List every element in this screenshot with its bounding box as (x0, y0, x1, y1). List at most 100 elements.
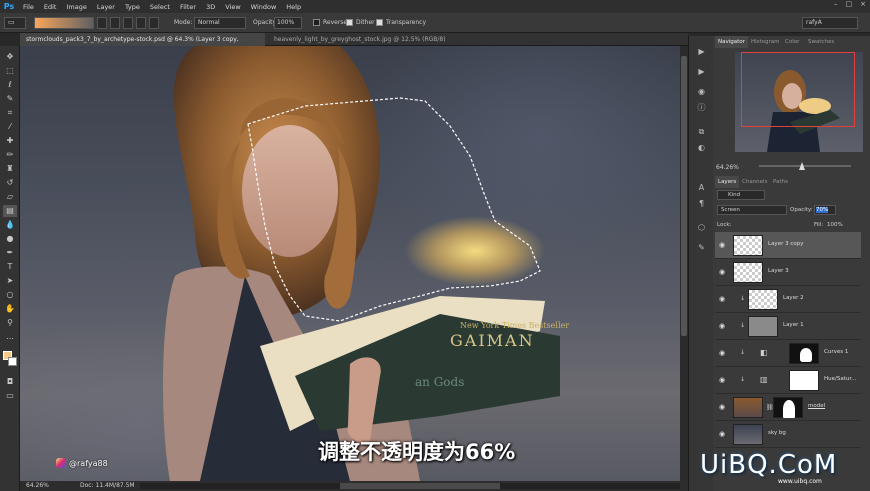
menu-view[interactable]: View (220, 3, 245, 11)
tab-color[interactable]: Color (782, 36, 802, 48)
visibility-eye-icon[interactable]: ◉ (719, 403, 725, 411)
info-icon[interactable]: ⓘ (696, 102, 707, 113)
blend-mode-select[interactable]: Screen (717, 205, 787, 215)
horizontal-scrollbar[interactable] (140, 483, 680, 489)
menu-image[interactable]: Image (61, 3, 91, 11)
blur-tool-icon[interactable]: 💧 (3, 219, 17, 231)
menu-edit[interactable]: Edit (39, 3, 62, 11)
linear-gradient-button[interactable] (97, 17, 107, 29)
menu-type[interactable]: Type (120, 3, 145, 11)
menu-file[interactable]: File (18, 3, 39, 11)
lasso-tool-icon[interactable]: ℓ (3, 79, 17, 91)
fill-value[interactable]: 100% (827, 222, 843, 228)
layer-row[interactable]: ◉ ↓ ◧ Curves 1 (715, 340, 861, 367)
type-tool-icon[interactable]: T (3, 261, 17, 273)
pen-tool-icon[interactable]: ✒ (3, 247, 17, 259)
horizontal-scroll-thumb[interactable] (340, 483, 500, 489)
angle-gradient-button[interactable] (123, 17, 133, 29)
quick-mask-icon[interactable]: ◘ (3, 376, 17, 388)
navigator-view-box[interactable] (741, 52, 855, 127)
path-select-tool-icon[interactable]: ➤ (3, 275, 17, 287)
zoom-level[interactable]: 64.26% (26, 482, 49, 489)
gradient-tool-icon[interactable]: ▤ (3, 205, 17, 217)
background-color-swatch[interactable] (8, 357, 17, 366)
radial-gradient-button[interactable] (110, 17, 120, 29)
zoom-slider-handle[interactable] (799, 162, 805, 170)
layer-row[interactable]: ◉ ↓ Layer 2 (715, 286, 861, 313)
gradient-picker[interactable] (34, 17, 94, 29)
menu-3d[interactable]: 3D (201, 3, 220, 11)
screen-mode-icon[interactable]: ▭ (3, 390, 17, 402)
close-button[interactable]: × (860, 0, 866, 8)
layer-row[interactable]: ◉ Layer 3 copy (715, 232, 861, 259)
layer-row[interactable]: ◉ ↓ ▥ Hue/Satur... (715, 367, 861, 394)
stamp-tool-icon[interactable]: ♜ (3, 163, 17, 175)
minimize-button[interactable]: – (834, 0, 838, 8)
history-brush-tool-icon[interactable]: ↺ (3, 177, 17, 189)
properties-icon[interactable]: ⧉ (696, 126, 707, 137)
tab-swatches[interactable]: Swatches (805, 36, 837, 48)
adjustments-icon[interactable]: ◐ (696, 142, 707, 153)
menu-filter[interactable]: Filter (175, 3, 201, 11)
tool-preset-picker[interactable]: ▭ (4, 17, 26, 29)
dodge-tool-icon[interactable]: ● (3, 233, 17, 245)
crop-tool-icon[interactable]: ⌗ (3, 107, 17, 119)
layer-filter-select[interactable]: Kind (717, 190, 765, 200)
mode-select[interactable]: Normal (194, 17, 246, 29)
visibility-eye-icon[interactable]: ◉ (719, 349, 725, 357)
eraser-tool-icon[interactable]: ▱ (3, 191, 17, 203)
maximize-button[interactable]: □ (846, 0, 853, 8)
dither-checkbox[interactable] (346, 19, 353, 26)
menu-select[interactable]: Select (145, 3, 175, 11)
visibility-eye-icon[interactable]: ◉ (719, 268, 725, 276)
diamond-gradient-button[interactable] (149, 17, 159, 29)
visibility-eye-icon[interactable]: ◉ (719, 295, 725, 303)
navigator-thumbnail[interactable] (735, 52, 863, 152)
navigator-zoom-slider[interactable] (759, 162, 851, 170)
move-tool-icon[interactable]: ✥ (3, 51, 17, 63)
visibility-eye-icon[interactable]: ◉ (719, 430, 725, 438)
tab-stormclouds[interactable]: stormclouds_pack3_7_by_archetype-stock.p… (20, 33, 265, 56)
marquee-tool-icon[interactable]: ⬚ (3, 65, 17, 77)
navigator-zoom[interactable]: 64.26% (716, 164, 739, 171)
tab-heavenly-light[interactable]: heavenly_light_by_greyghost_stock.jpg @ … (268, 33, 468, 46)
layer-opacity-field[interactable]: 70% (814, 205, 836, 215)
layer-row[interactable]: ◉ ↓ Layer 1 (715, 313, 861, 340)
visibility-eye-icon[interactable]: ◉ (719, 322, 725, 330)
tab-navigator[interactable]: Navigator (715, 36, 748, 48)
document-canvas[interactable]: New York Times Bestseller GAIMAN an Gods… (20, 46, 680, 481)
actions-icon[interactable]: ▶ (696, 66, 707, 77)
layer-row[interactable]: ◉ ⛓ model (715, 394, 861, 421)
opacity-field[interactable]: 100% (274, 17, 302, 29)
more-tools-icon[interactable]: ⋯ (3, 333, 17, 345)
quick-select-tool-icon[interactable]: ✎ (3, 93, 17, 105)
visibility-eye-icon[interactable]: ◉ (719, 376, 725, 384)
3d-icon[interactable]: ⬡ (696, 222, 707, 233)
character-icon[interactable]: A (696, 182, 707, 193)
brush-presets-icon[interactable]: ✎ (696, 242, 707, 253)
tab-paths[interactable]: Paths (770, 176, 791, 188)
menu-layer[interactable]: Layer (92, 3, 120, 11)
vertical-scrollbar[interactable] (680, 46, 688, 481)
visibility-eye-icon[interactable]: ◉ (719, 241, 725, 249)
healing-tool-icon[interactable]: ✚ (3, 135, 17, 147)
transparency-checkbox[interactable] (376, 19, 383, 26)
menu-window[interactable]: Window (246, 3, 282, 11)
zoom-tool-icon[interactable]: ⚲ (3, 317, 17, 329)
tab-layers[interactable]: Layers (715, 176, 740, 188)
paragraph-icon[interactable]: ¶ (696, 198, 707, 209)
reflected-gradient-button[interactable] (136, 17, 146, 29)
eyedropper-tool-icon[interactable]: ⁄ (3, 121, 17, 133)
tab-channels[interactable]: Channels (739, 176, 770, 188)
scroll-thumb[interactable] (681, 56, 687, 336)
reverse-checkbox[interactable] (313, 19, 320, 26)
history-icon[interactable]: ▶ (696, 46, 707, 57)
hand-tool-icon[interactable]: ✋ (3, 303, 17, 315)
layer-row[interactable]: ◉ sky bg (715, 421, 861, 448)
menu-help[interactable]: Help (281, 3, 306, 11)
tab-histogram[interactable]: Histogram (748, 36, 783, 48)
color-icon[interactable]: ◉ (696, 86, 707, 97)
workspace-select[interactable]: rafyA (802, 17, 858, 29)
layer-row[interactable]: ◉ Layer 3 (715, 259, 861, 286)
brush-tool-icon[interactable]: ✏ (3, 149, 17, 161)
